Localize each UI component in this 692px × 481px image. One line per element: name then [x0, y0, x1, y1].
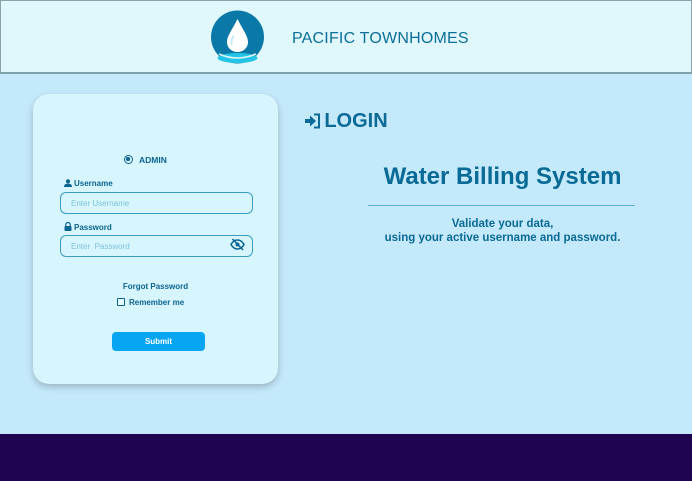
role-admin-label: ADMIN — [139, 155, 167, 165]
remember-me-option[interactable]: Remember me — [117, 298, 184, 307]
password-label-text: Password — [74, 223, 112, 232]
page-footer — [0, 434, 692, 481]
remember-me-label: Remember me — [129, 298, 185, 307]
user-icon — [64, 179, 72, 187]
username-label: Username — [64, 179, 113, 188]
login-title-text: LOGIN — [324, 110, 388, 132]
water-drop-logo-icon — [211, 10, 264, 64]
subtitle-line-2: using your active username and password. — [384, 232, 621, 244]
forgot-password-link[interactable]: Forgot Password — [0, 282, 311, 291]
submit-button[interactable]: Submit — [112, 332, 205, 351]
lock-icon — [64, 221, 72, 231]
username-label-text: Username — [74, 179, 113, 188]
password-input[interactable] — [60, 235, 253, 257]
page-title: Water Billing System — [383, 163, 622, 190]
subtitle-line-1: Validate your data, — [451, 218, 554, 230]
title-divider — [368, 205, 635, 206]
radio-button-selected[interactable] — [124, 155, 133, 164]
sign-in-icon — [305, 113, 321, 129]
password-label: Password — [64, 221, 112, 232]
app-header: PACIFIC TOWNHOMES — [0, 0, 692, 74]
brand-name: PACIFIC TOWNHOMES — [292, 30, 469, 47]
username-input[interactable] — [60, 192, 253, 214]
page-subtitle: Validate your data, using your active us… — [370, 217, 635, 245]
remember-me-checkbox[interactable] — [117, 298, 125, 306]
role-radio-admin[interactable]: ADMIN — [124, 155, 167, 165]
login-title: LOGIN — [0, 110, 692, 133]
eye-slash-icon[interactable] — [230, 238, 245, 251]
